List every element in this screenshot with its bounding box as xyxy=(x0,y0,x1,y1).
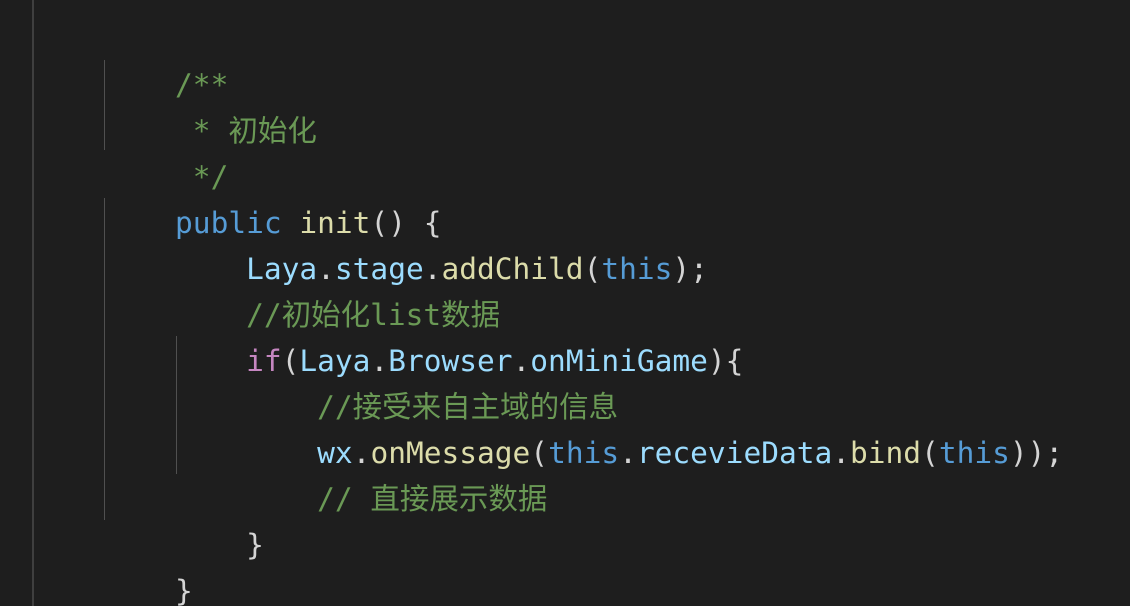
line-comment-show-data: // 直接展示数据 xyxy=(317,482,548,516)
dot: . xyxy=(832,436,851,470)
open-paren: ( xyxy=(921,436,939,470)
property-receviedata: recevieData xyxy=(636,436,833,470)
dot: . xyxy=(619,436,637,470)
code-line-10[interactable]: // 直接展示数据 xyxy=(104,430,547,516)
close-paren-semicolon: ); xyxy=(672,252,708,286)
code-line-4[interactable]: public init() { xyxy=(104,154,441,240)
code-line-11[interactable]: } xyxy=(104,476,264,562)
code-line-7[interactable]: if(Laya.Browser.onMiniGame){ xyxy=(104,292,743,378)
keyword-this: this xyxy=(548,436,620,470)
open-paren: ( xyxy=(583,252,602,286)
code-line-2[interactable]: * 初始化 xyxy=(104,62,317,148)
code-line-12[interactable]: } xyxy=(104,522,193,606)
keyword-this: this xyxy=(601,252,673,286)
code-line-3[interactable]: */ xyxy=(104,108,229,194)
code-line-6[interactable]: //初始化list数据 xyxy=(104,246,500,332)
close-parens-semicolon: )); xyxy=(1009,436,1064,470)
close-brace-if: } xyxy=(246,528,264,562)
code-editor[interactable]: /** * 初始化 */ public init() { Laya.stage.… xyxy=(0,0,1130,606)
close-paren-brace: ){ xyxy=(707,344,744,378)
code-line-1[interactable]: /** xyxy=(104,16,228,102)
code-line-9[interactable]: wx.onMessage(this.recevieData.bind(this)… xyxy=(104,384,1063,470)
editor-gutter-border xyxy=(32,0,34,606)
keyword-this: this xyxy=(938,436,1010,470)
close-brace-method: } xyxy=(175,574,193,606)
code-line-8[interactable]: //接受来自主域的信息 xyxy=(104,338,618,424)
method-bind: bind xyxy=(850,436,922,470)
code-line-5[interactable]: Laya.stage.addChild(this); xyxy=(104,200,708,286)
